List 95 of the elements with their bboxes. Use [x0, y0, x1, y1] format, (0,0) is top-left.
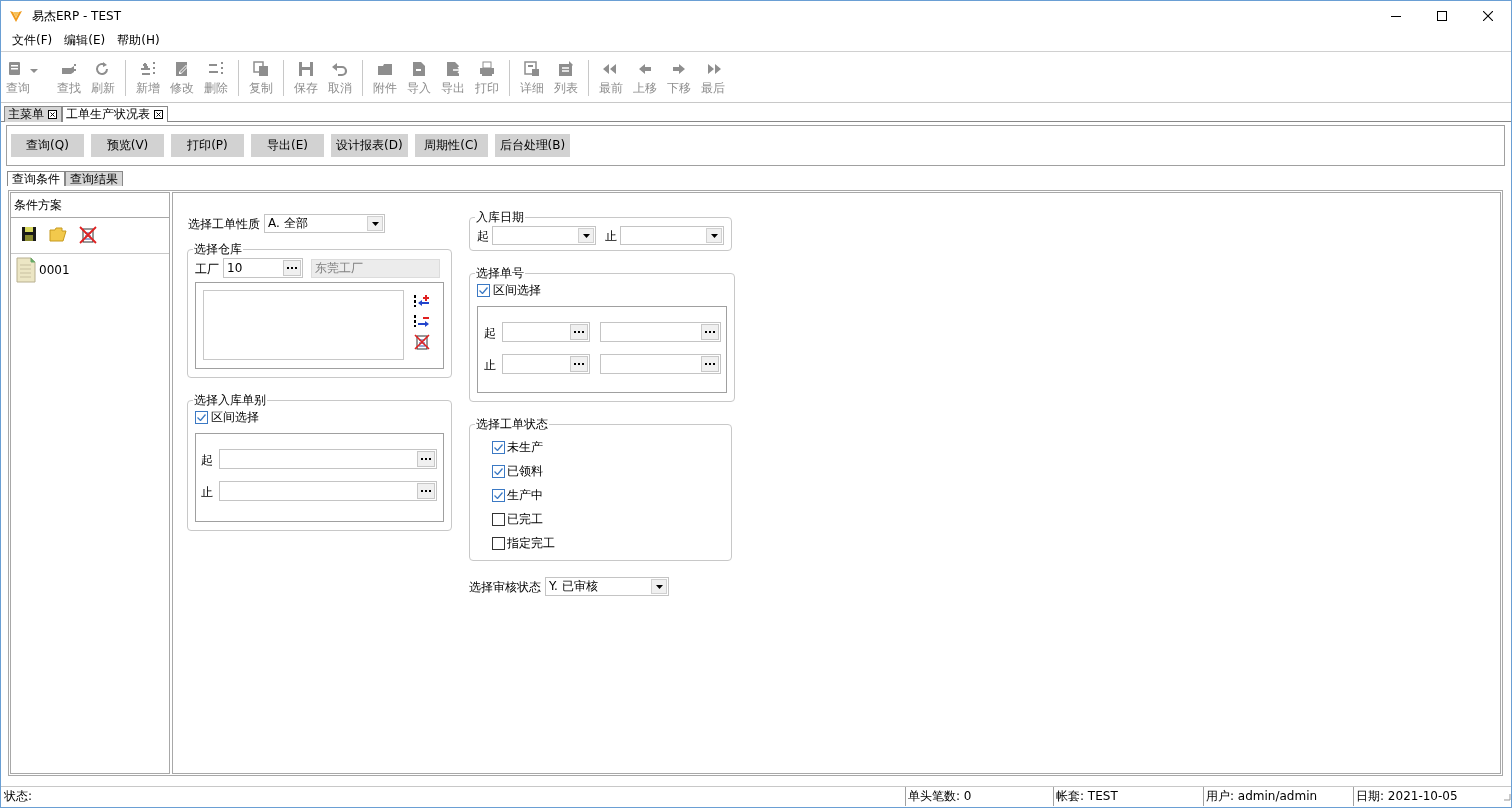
remove-item-icon[interactable] — [414, 314, 430, 328]
app-logo-icon — [9, 9, 23, 23]
scheme-item[interactable]: 0001 — [11, 254, 169, 286]
action-button[interactable]: 周期性(C) — [414, 134, 488, 157]
close-icon[interactable] — [154, 110, 163, 119]
action-button[interactable]: 查询(Q) — [11, 134, 84, 157]
check-icon — [494, 467, 503, 475]
checkbox-label: 指定完工 — [507, 534, 555, 552]
action-button[interactable]: 导出(E) — [251, 134, 324, 157]
menu-item[interactable]: 文件(F) — [6, 32, 59, 49]
status-field: 帐套: TEST — [1053, 787, 1203, 806]
checkbox[interactable] — [492, 464, 505, 478]
browse-button[interactable] — [283, 260, 301, 276]
field-label: 选择工单性质 — [188, 216, 260, 233]
document-icon — [16, 257, 36, 283]
group-title: 入库日期 — [475, 209, 525, 226]
add-row-icon — [139, 60, 157, 78]
action-button[interactable]: 打印(P) — [171, 134, 244, 157]
group-title: 选择工单状态 — [475, 416, 549, 433]
add-item-icon[interactable] — [414, 294, 430, 308]
lookup-field[interactable] — [600, 354, 721, 374]
document-tab[interactable]: 工单生产状况表 — [62, 106, 168, 122]
checkbox[interactable] — [492, 536, 505, 550]
browse-button[interactable] — [417, 451, 435, 467]
menu-item[interactable]: 帮助(H) — [111, 32, 166, 49]
action-button[interactable]: 设计报表(D) — [331, 134, 408, 157]
undo-icon — [331, 60, 349, 78]
query-tab[interactable]: 查询结果 — [65, 171, 123, 186]
browse-button[interactable] — [417, 483, 435, 499]
printer-icon — [478, 60, 496, 78]
field-label: 止 — [605, 228, 617, 245]
status-field: 日期: 2021-10-05 — [1353, 787, 1503, 806]
browse-button[interactable] — [570, 356, 588, 372]
maximize-icon — [1437, 11, 1447, 21]
lookup-field[interactable] — [502, 322, 590, 342]
check-icon — [494, 443, 503, 451]
checkbox[interactable] — [492, 488, 505, 502]
query-tab[interactable]: 查询条件 — [7, 171, 65, 186]
lookup-field[interactable] — [600, 322, 721, 342]
action-button[interactable]: 后台处理(B) — [494, 134, 571, 157]
field-label: 止 — [484, 357, 497, 374]
checkbox-label: 区间选择 — [211, 409, 259, 426]
caret-icon — [710, 233, 718, 238]
document-icon — [523, 60, 541, 78]
clipboard-icon — [557, 60, 575, 78]
checkbox-label: 已领料 — [507, 462, 543, 480]
lookup-field[interactable] — [219, 449, 437, 469]
audit-status-dropdown[interactable]: Y. 已审核 — [545, 577, 669, 596]
browse-button[interactable] — [570, 324, 588, 340]
checkbox[interactable] — [492, 440, 505, 454]
lookup-field[interactable] — [502, 354, 590, 374]
menu-item[interactable]: 编辑(E) — [58, 32, 112, 49]
group-title: 选择仓库 — [193, 241, 243, 258]
panel-header: 条件方案 — [11, 193, 169, 218]
caret-icon — [582, 233, 590, 238]
factory-name-field: 东莞工厂 — [311, 259, 440, 278]
check-icon — [494, 491, 503, 499]
field-label: 起 — [477, 228, 489, 245]
close-icon[interactable] — [48, 110, 57, 119]
checkbox[interactable] — [492, 512, 505, 526]
close-icon — [1483, 11, 1493, 21]
status-text: 状态: — [3, 788, 34, 805]
caret-icon — [30, 69, 38, 73]
checkbox-label: 未生产 — [507, 438, 543, 456]
order-type-dropdown[interactable]: A. 全部 — [264, 214, 385, 233]
caret-icon — [655, 584, 663, 589]
status-field: 用户: admin/admin — [1203, 787, 1353, 806]
checkbox[interactable] — [195, 411, 208, 424]
check-icon — [197, 414, 206, 421]
group-title: 选择单号 — [475, 265, 525, 282]
lookup-field[interactable]: 10 — [223, 258, 303, 278]
group-title: 选择入库单别 — [193, 392, 267, 409]
document-tab[interactable]: 主菜单 — [4, 106, 62, 122]
lookup-field[interactable] — [219, 481, 437, 501]
field-label: 选择审核状态 — [469, 579, 541, 596]
checkbox-label: 生产中 — [507, 486, 543, 504]
window-title: 易杰ERP - TEST — [32, 7, 122, 25]
field-label: 工厂 — [195, 261, 219, 278]
caret-icon — [371, 221, 379, 226]
browse-button[interactable] — [701, 356, 719, 372]
delete-icon[interactable] — [414, 334, 430, 350]
resize-grip-icon — [1503, 792, 1511, 801]
checkbox-label: 已完工 — [507, 510, 543, 528]
minimize-icon — [1391, 15, 1401, 17]
check-icon — [479, 287, 488, 294]
copy-icon — [252, 60, 270, 78]
action-button[interactable]: 预览(V) — [91, 134, 164, 157]
browse-button[interactable] — [701, 324, 719, 340]
checkbox[interactable] — [477, 284, 490, 297]
field-label: 起 — [201, 452, 214, 469]
field-label: 起 — [484, 325, 497, 342]
delete-icon[interactable] — [79, 226, 97, 244]
field-label: 止 — [201, 484, 214, 501]
status-field: 单头笔数: 0 — [905, 787, 1053, 806]
checkbox-label: 区间选择 — [493, 282, 541, 299]
